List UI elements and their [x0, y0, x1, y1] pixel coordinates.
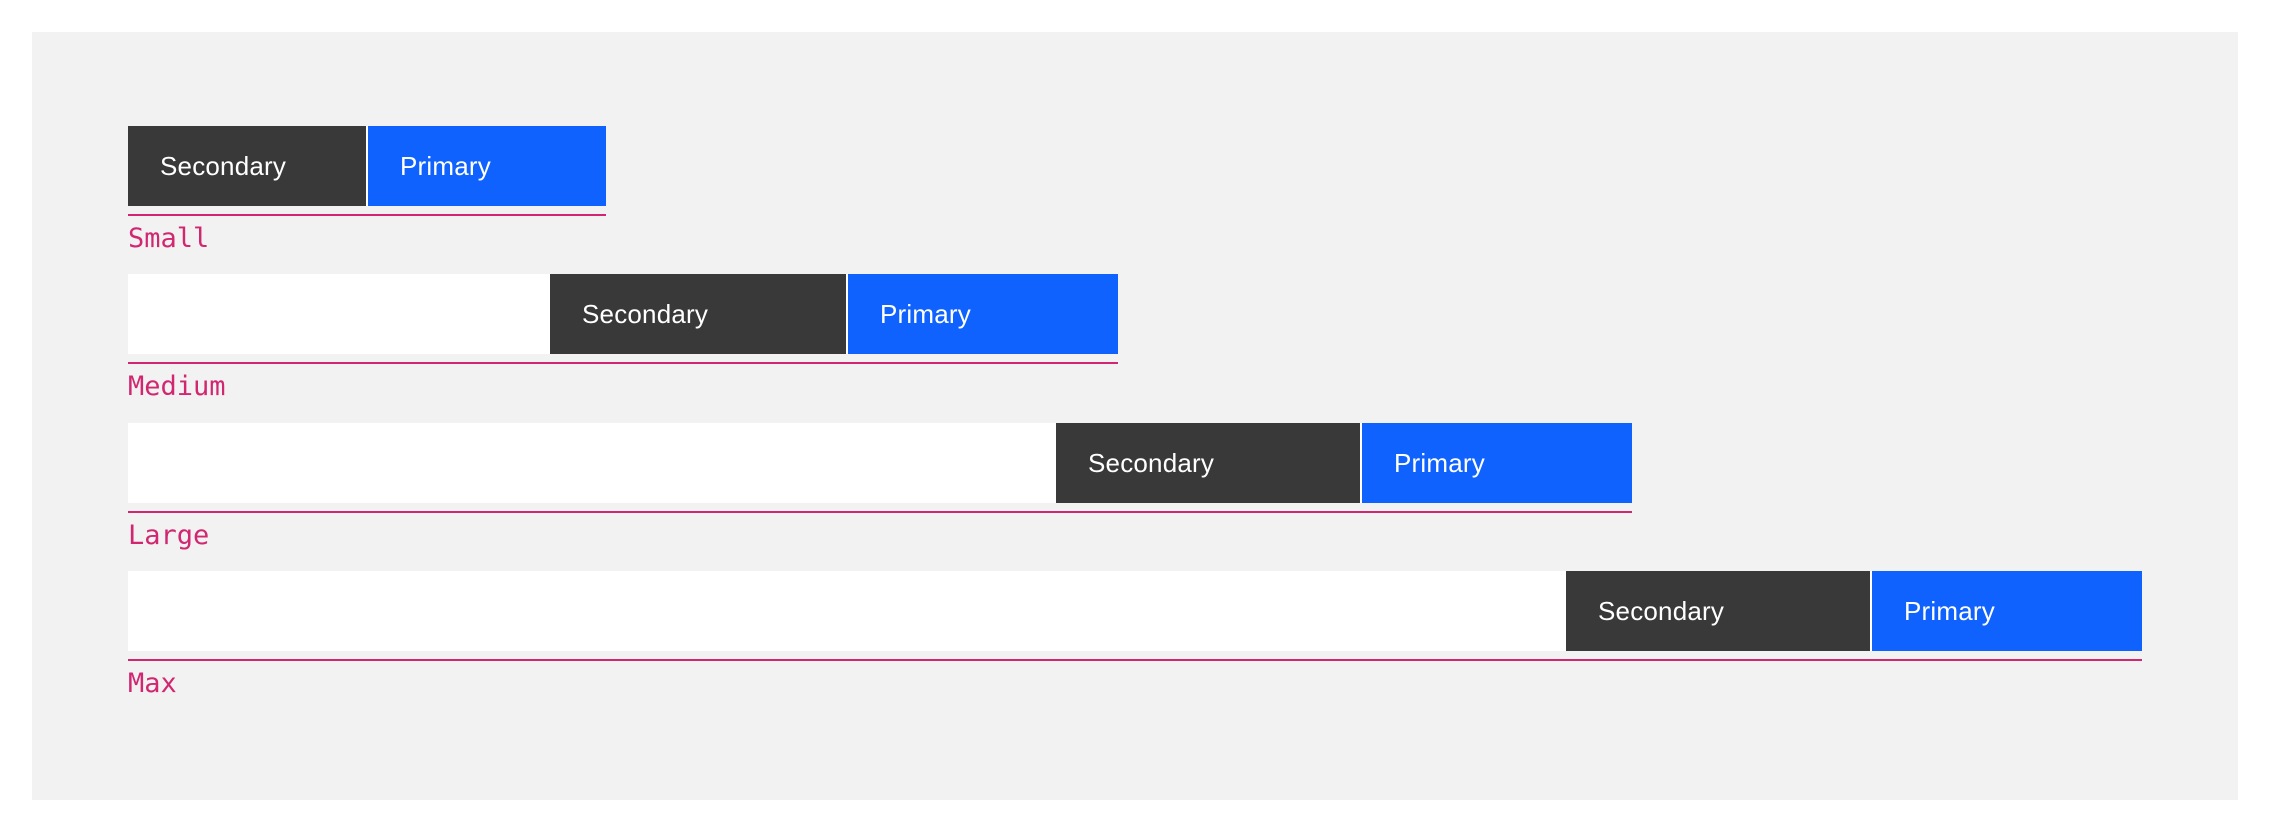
- secondary-button[interactable]: Secondary: [1566, 571, 1870, 651]
- button-set-small: Secondary Primary Small: [128, 126, 606, 254]
- secondary-button[interactable]: Secondary: [1056, 423, 1360, 503]
- size-label: Large: [128, 520, 210, 551]
- button-group-container: Secondary Primary: [128, 571, 2142, 651]
- secondary-button[interactable]: Secondary: [550, 274, 846, 354]
- width-indicator-line: [128, 659, 2142, 661]
- primary-button[interactable]: Primary: [368, 126, 606, 206]
- button-group-container: Secondary Primary: [128, 126, 606, 206]
- spec-canvas: Secondary Primary Small Secondary Primar…: [32, 32, 2238, 800]
- primary-button[interactable]: Primary: [848, 274, 1118, 354]
- button-set-medium: Secondary Primary Medium: [128, 274, 1118, 402]
- empty-space: [128, 423, 1056, 503]
- primary-button[interactable]: Primary: [1872, 571, 2142, 651]
- button-group-container: Secondary Primary: [128, 423, 1632, 503]
- primary-button[interactable]: Primary: [1362, 423, 1632, 503]
- secondary-button[interactable]: Secondary: [128, 126, 366, 206]
- empty-space: [128, 571, 1566, 651]
- button-set-max: Secondary Primary Max: [128, 571, 2142, 699]
- empty-space: [128, 274, 550, 354]
- width-indicator-line: [128, 362, 1118, 364]
- width-indicator-line: [128, 511, 1632, 513]
- size-label: Small: [128, 223, 210, 254]
- size-label: Medium: [128, 371, 226, 402]
- button-group-container: Secondary Primary: [128, 274, 1118, 354]
- button-set-large: Secondary Primary Large: [128, 423, 1632, 551]
- size-label: Max: [128, 668, 177, 699]
- width-indicator-line: [128, 214, 606, 216]
